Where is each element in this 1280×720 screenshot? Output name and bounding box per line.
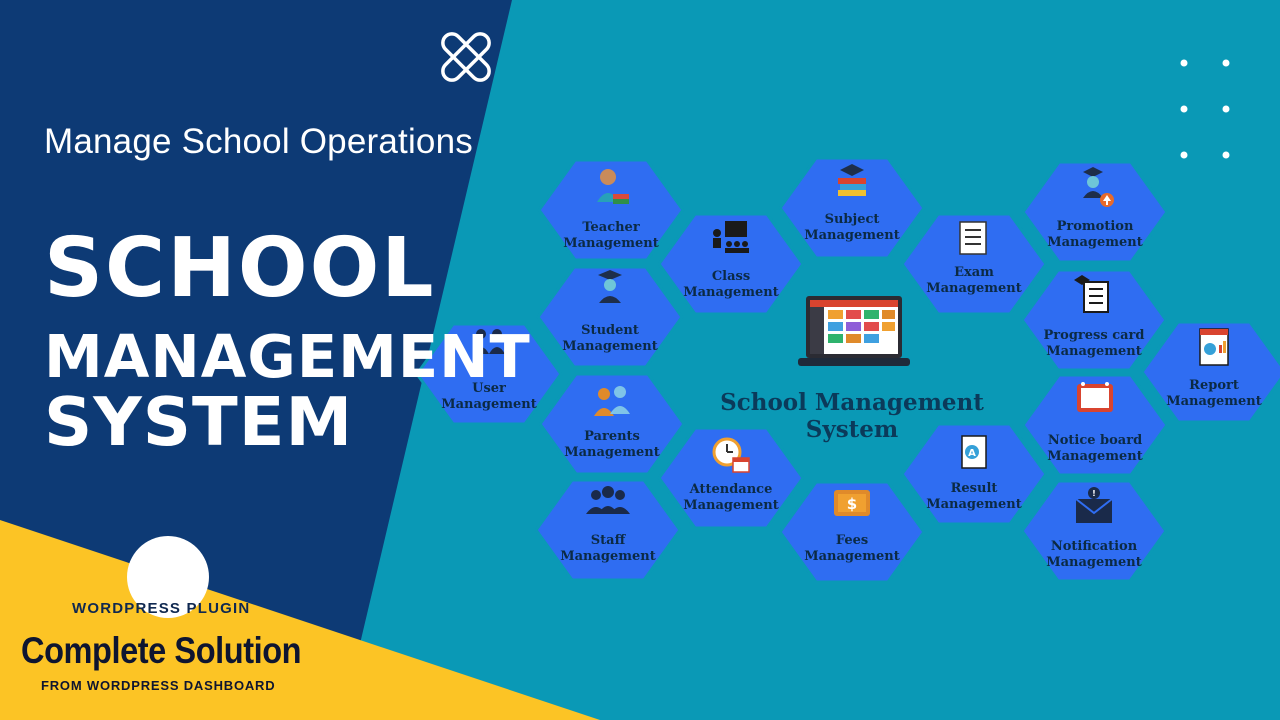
headline-line1: SCHOOL <box>44 221 436 316</box>
fees-dollar-icon: $ <box>834 490 870 516</box>
report-icon <box>1199 328 1229 366</box>
module-notice[interactable]: Notice board Management <box>1021 373 1169 477</box>
module-subject[interactable]: Subject Management <box>778 156 926 260</box>
module-result-line1: Result <box>951 481 998 496</box>
module-teacher-line1: Teacher <box>582 220 640 235</box>
module-promotion-line2: Management <box>1047 235 1143 250</box>
headline-line3: SYSTEM <box>44 383 354 461</box>
module-class[interactable]: Class Management <box>657 212 805 316</box>
module-exam-line2: Management <box>926 281 1022 296</box>
diagram-center-title-line2: System <box>805 416 899 444</box>
svg-text:A: A <box>968 448 976 459</box>
module-staff-line1: Staff <box>591 533 627 548</box>
promo-eyebrow: WORDPRESS PLUGIN <box>72 600 251 617</box>
module-notification-line2: Management <box>1046 555 1142 570</box>
headline-subtitle: Manage School Operations <box>44 122 473 161</box>
module-subject-line2: Management <box>804 228 900 243</box>
module-student[interactable]: Student Management <box>536 265 684 369</box>
module-report-line1: Report <box>1189 378 1239 393</box>
module-notice-line2: Management <box>1047 449 1143 464</box>
module-report[interactable]: Report Management <box>1140 320 1280 424</box>
svg-text:!: ! <box>1092 489 1096 498</box>
module-user-line2: Management <box>441 397 537 412</box>
module-report-line2: Management <box>1166 394 1262 409</box>
module-progress-line1: Progress card <box>1044 328 1145 343</box>
module-notification-line1: Notification <box>1051 539 1138 554</box>
diagram-center-title: School Management System <box>712 389 992 443</box>
module-student-line1: Student <box>581 323 639 338</box>
svg-text:$: $ <box>847 495 857 513</box>
module-staff-line2: Management <box>560 549 656 564</box>
notice-board-icon <box>1077 382 1113 412</box>
module-subject-line1: Subject <box>825 212 880 227</box>
promo-caption: FROM WORDPRESS DASHBOARD <box>41 678 276 693</box>
module-teacher[interactable]: Teacher Management <box>537 158 685 262</box>
module-student-line2: Management <box>562 339 658 354</box>
exam-sheet-icon <box>959 221 987 255</box>
diagram-center-title-line1: School Management <box>720 389 984 416</box>
module-progress-line2: Management <box>1046 344 1142 359</box>
module-fees-line1: Fees <box>836 533 868 548</box>
module-notification[interactable]: ! Notification Management <box>1020 479 1168 583</box>
module-teacher-line2: Management <box>563 236 659 251</box>
module-parents[interactable]: Parents Management <box>538 372 686 476</box>
module-parents-line1: Parents <box>584 429 640 444</box>
module-staff[interactable]: Staff Management <box>534 478 682 582</box>
module-fees[interactable]: $ Fees Management <box>778 480 926 584</box>
module-parents-line2: Management <box>564 445 660 460</box>
module-notice-line1: Notice board <box>1048 433 1142 448</box>
promo-title: Complete Solution <box>21 630 302 671</box>
module-attendance-line2: Management <box>683 498 779 513</box>
module-class-line1: Class <box>712 269 750 284</box>
module-promotion-line1: Promotion <box>1057 219 1134 234</box>
headline-line2: MANAGEMENT <box>44 322 531 391</box>
module-progress[interactable]: Progress card Management <box>1020 268 1168 372</box>
module-result-line2: Management <box>926 497 1022 512</box>
module-attendance-line1: Attendance <box>689 482 773 497</box>
module-fees-line2: Management <box>804 549 900 564</box>
module-class-line2: Management <box>683 285 779 300</box>
module-promotion[interactable]: Promotion Management <box>1021 160 1169 264</box>
module-exam[interactable]: Exam Management <box>900 212 1048 316</box>
module-exam-line1: Exam <box>954 265 994 280</box>
laptop-dashboard-icon <box>798 296 910 366</box>
